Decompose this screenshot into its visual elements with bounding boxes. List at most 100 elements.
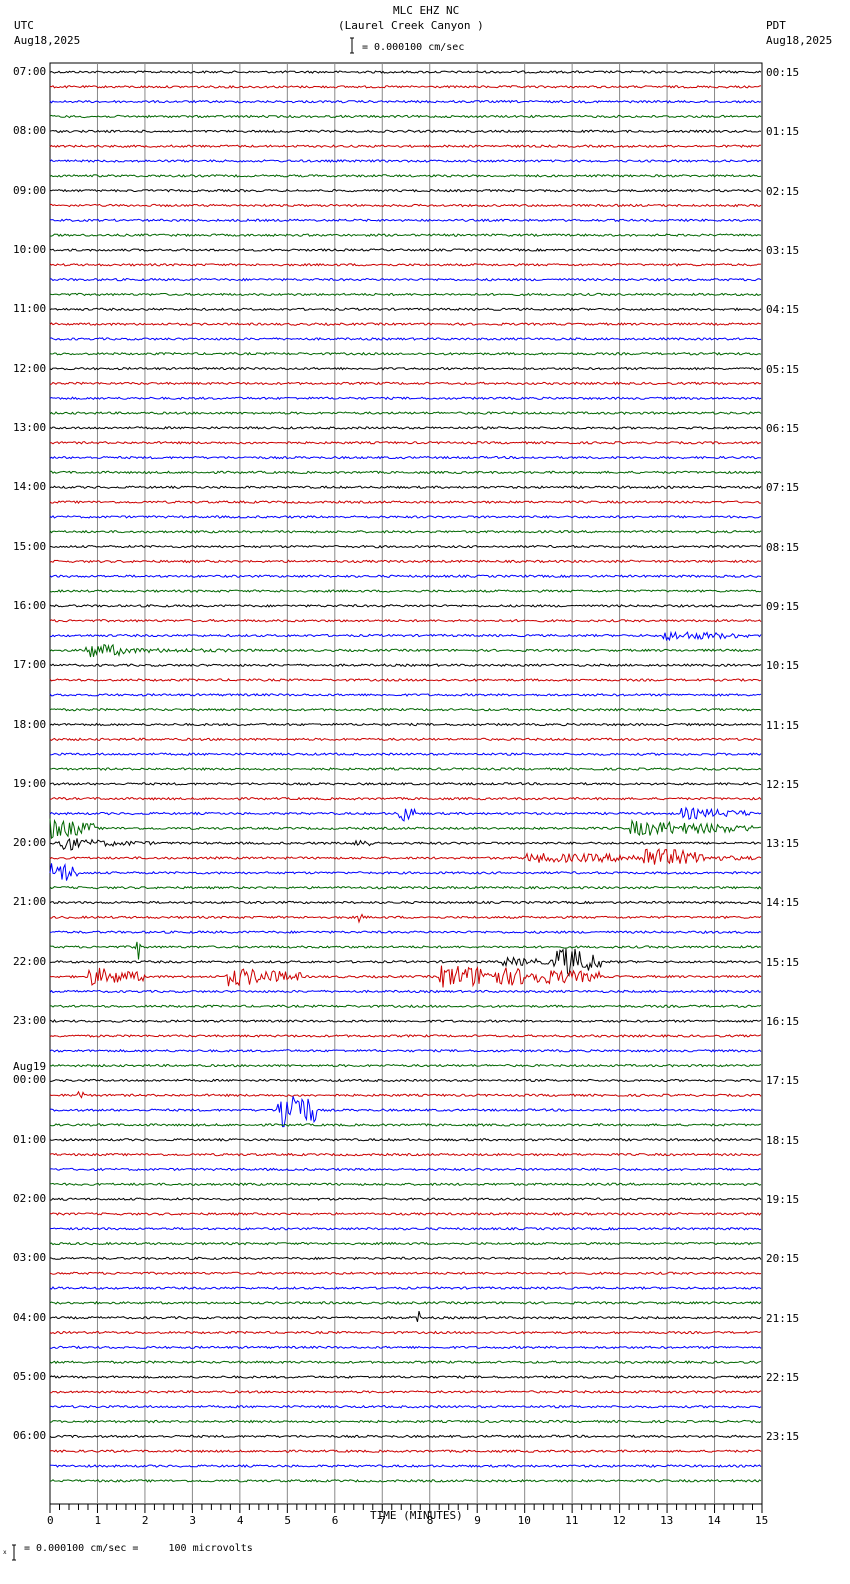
pdt-hour-label: 05:15 bbox=[766, 362, 800, 376]
pdt-hour-label: 06:15 bbox=[766, 421, 800, 435]
seismic-trace bbox=[49, 1375, 761, 1379]
x-tick-label: 14 bbox=[707, 1514, 721, 1527]
seismic-trace bbox=[49, 1286, 762, 1291]
seismic-trace bbox=[49, 1096, 762, 1128]
seismic-trace bbox=[49, 1449, 762, 1454]
seismic-trace bbox=[49, 381, 762, 386]
seismic-trace bbox=[49, 848, 762, 865]
helicorder-plot bbox=[12, 37, 763, 1561]
x-tick-label: 1 bbox=[94, 1514, 102, 1527]
seismic-trace bbox=[49, 1063, 762, 1068]
seismic-trace bbox=[49, 1034, 762, 1038]
seismic-trace bbox=[49, 1300, 762, 1305]
seismic-trace bbox=[49, 99, 762, 104]
date-change-label: Aug19 bbox=[13, 1060, 47, 1074]
seismic-trace bbox=[49, 337, 762, 341]
seismic-trace bbox=[49, 1271, 762, 1276]
utc-hour-label: 00:00 bbox=[13, 1073, 47, 1087]
utc-hour-label: 12:00 bbox=[13, 361, 47, 375]
utc-hour-label: 05:00 bbox=[13, 1370, 47, 1384]
seismic-trace bbox=[49, 618, 762, 623]
seismic-trace bbox=[49, 767, 762, 771]
utc-hour-label: 01:00 bbox=[13, 1132, 47, 1146]
seismic-trace bbox=[49, 84, 762, 89]
seismic-trace bbox=[49, 1479, 762, 1483]
x-tick-label: 13 bbox=[660, 1514, 674, 1527]
pdt-hour-label: 13:15 bbox=[766, 837, 800, 851]
seismic-trace bbox=[49, 930, 762, 935]
seismic-trace bbox=[49, 806, 762, 822]
x-tick-label: 6 bbox=[331, 1514, 339, 1527]
pdt-hour-label: 18:15 bbox=[766, 1133, 800, 1147]
pdt-hour-label: 07:15 bbox=[766, 481, 800, 495]
seismic-trace bbox=[49, 796, 762, 801]
x-tick-label: 5 bbox=[284, 1514, 291, 1527]
pdt-hour-label: 02:15 bbox=[766, 184, 800, 198]
x-tick-label: 11 bbox=[565, 1514, 579, 1527]
seismic-trace bbox=[49, 941, 762, 960]
seismic-trace bbox=[49, 1419, 762, 1424]
pdt-hour-label: 10:15 bbox=[766, 659, 800, 673]
seismic-trace bbox=[49, 515, 762, 519]
seismic-trace bbox=[49, 885, 762, 890]
seismic-trace bbox=[49, 1464, 762, 1468]
seismic-trace bbox=[49, 1212, 762, 1216]
utc-hour-label: 22:00 bbox=[13, 954, 47, 968]
pdt-hour-label: 16:15 bbox=[766, 1015, 800, 1029]
seismic-trace bbox=[49, 1360, 762, 1365]
seismic-trace bbox=[49, 900, 762, 905]
seismic-trace bbox=[49, 173, 762, 178]
seismic-trace bbox=[49, 643, 762, 658]
pdt-hour-label: 23:15 bbox=[766, 1430, 800, 1444]
seismic-trace bbox=[49, 1345, 762, 1350]
pdt-hour-label: 17:15 bbox=[766, 1074, 800, 1088]
seismic-trace bbox=[49, 262, 762, 267]
seismic-trace bbox=[49, 707, 762, 712]
utc-hour-label: 23:00 bbox=[13, 1014, 47, 1028]
seismic-trace bbox=[49, 233, 762, 237]
x-tick-label: 8 bbox=[426, 1514, 434, 1527]
seismic-trace bbox=[49, 1137, 762, 1142]
pdt-hour-label: 12:15 bbox=[766, 777, 800, 791]
seismic-trace bbox=[49, 470, 762, 475]
seismic-trace bbox=[49, 411, 762, 415]
x-tick-label: 10 bbox=[517, 1514, 531, 1527]
seismic-trace bbox=[49, 722, 762, 727]
pdt-hour-label: 00:15 bbox=[766, 66, 800, 79]
x-tick-label: 12 bbox=[612, 1514, 626, 1527]
utc-hour-label: 07:00 bbox=[13, 65, 47, 78]
seismic-trace bbox=[49, 144, 761, 148]
seismic-trace bbox=[49, 1004, 762, 1009]
seismic-trace bbox=[49, 693, 762, 697]
seismic-trace bbox=[49, 1404, 762, 1409]
utc-hour-label: 06:00 bbox=[13, 1429, 47, 1443]
pdt-hour-label: 04:15 bbox=[766, 303, 800, 317]
utc-hour-label: 11:00 bbox=[13, 302, 47, 316]
seismic-trace bbox=[49, 1390, 762, 1394]
seismic-trace bbox=[49, 159, 762, 163]
utc-hour-label: 08:00 bbox=[13, 124, 47, 138]
seismic-trace bbox=[49, 366, 762, 371]
pdt-hour-label: 09:15 bbox=[766, 599, 800, 613]
seismic-trace bbox=[50, 948, 762, 977]
utc-hour-label: 13:00 bbox=[13, 420, 47, 434]
seismic-trace bbox=[49, 1152, 762, 1157]
seismic-trace bbox=[49, 752, 762, 757]
x-tick-label: 4 bbox=[236, 1514, 244, 1527]
utc-hour-label: 16:00 bbox=[13, 598, 47, 612]
utc-hour-label: 19:00 bbox=[13, 776, 47, 790]
utc-hour-label: 14:00 bbox=[13, 480, 47, 494]
seismic-trace bbox=[49, 1310, 762, 1322]
seismic-trace bbox=[49, 277, 762, 282]
seismic-trace bbox=[49, 351, 762, 356]
seismic-trace bbox=[49, 426, 762, 430]
pdt-hour-label: 20:15 bbox=[766, 1252, 800, 1266]
seismic-trace bbox=[49, 544, 762, 549]
seismic-trace bbox=[49, 114, 762, 119]
pdt-hour-label: 03:15 bbox=[766, 243, 800, 257]
seismic-trace bbox=[49, 559, 762, 564]
seismic-trace bbox=[49, 292, 762, 297]
x-tick-label: 15 bbox=[755, 1514, 769, 1527]
pdt-hour-label: 08:15 bbox=[766, 540, 800, 554]
seismic-trace bbox=[49, 129, 762, 134]
